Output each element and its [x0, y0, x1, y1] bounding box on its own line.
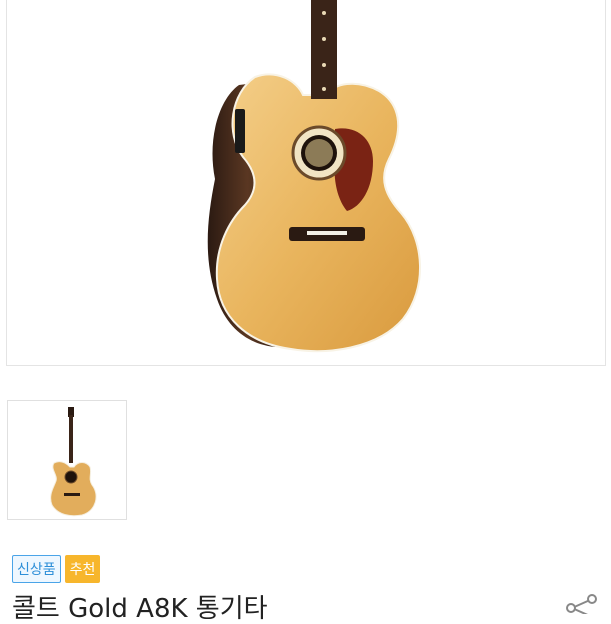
badge-group: 신상품 추천: [12, 555, 101, 583]
acoustic-guitar-thumbnail-image: [50, 407, 97, 517]
recommended-badge: 추천: [64, 555, 101, 583]
share-button[interactable]: [562, 594, 602, 617]
share-icon: [566, 594, 597, 617]
new-product-badge: 신상품: [12, 555, 61, 583]
product-title: 콜트 Gold A8K 통기타: [12, 594, 268, 624]
main-product-image[interactable]: [6, 0, 606, 366]
product-thumbnail[interactable]: [7, 400, 127, 520]
acoustic-guitar-image: [207, 0, 421, 353]
